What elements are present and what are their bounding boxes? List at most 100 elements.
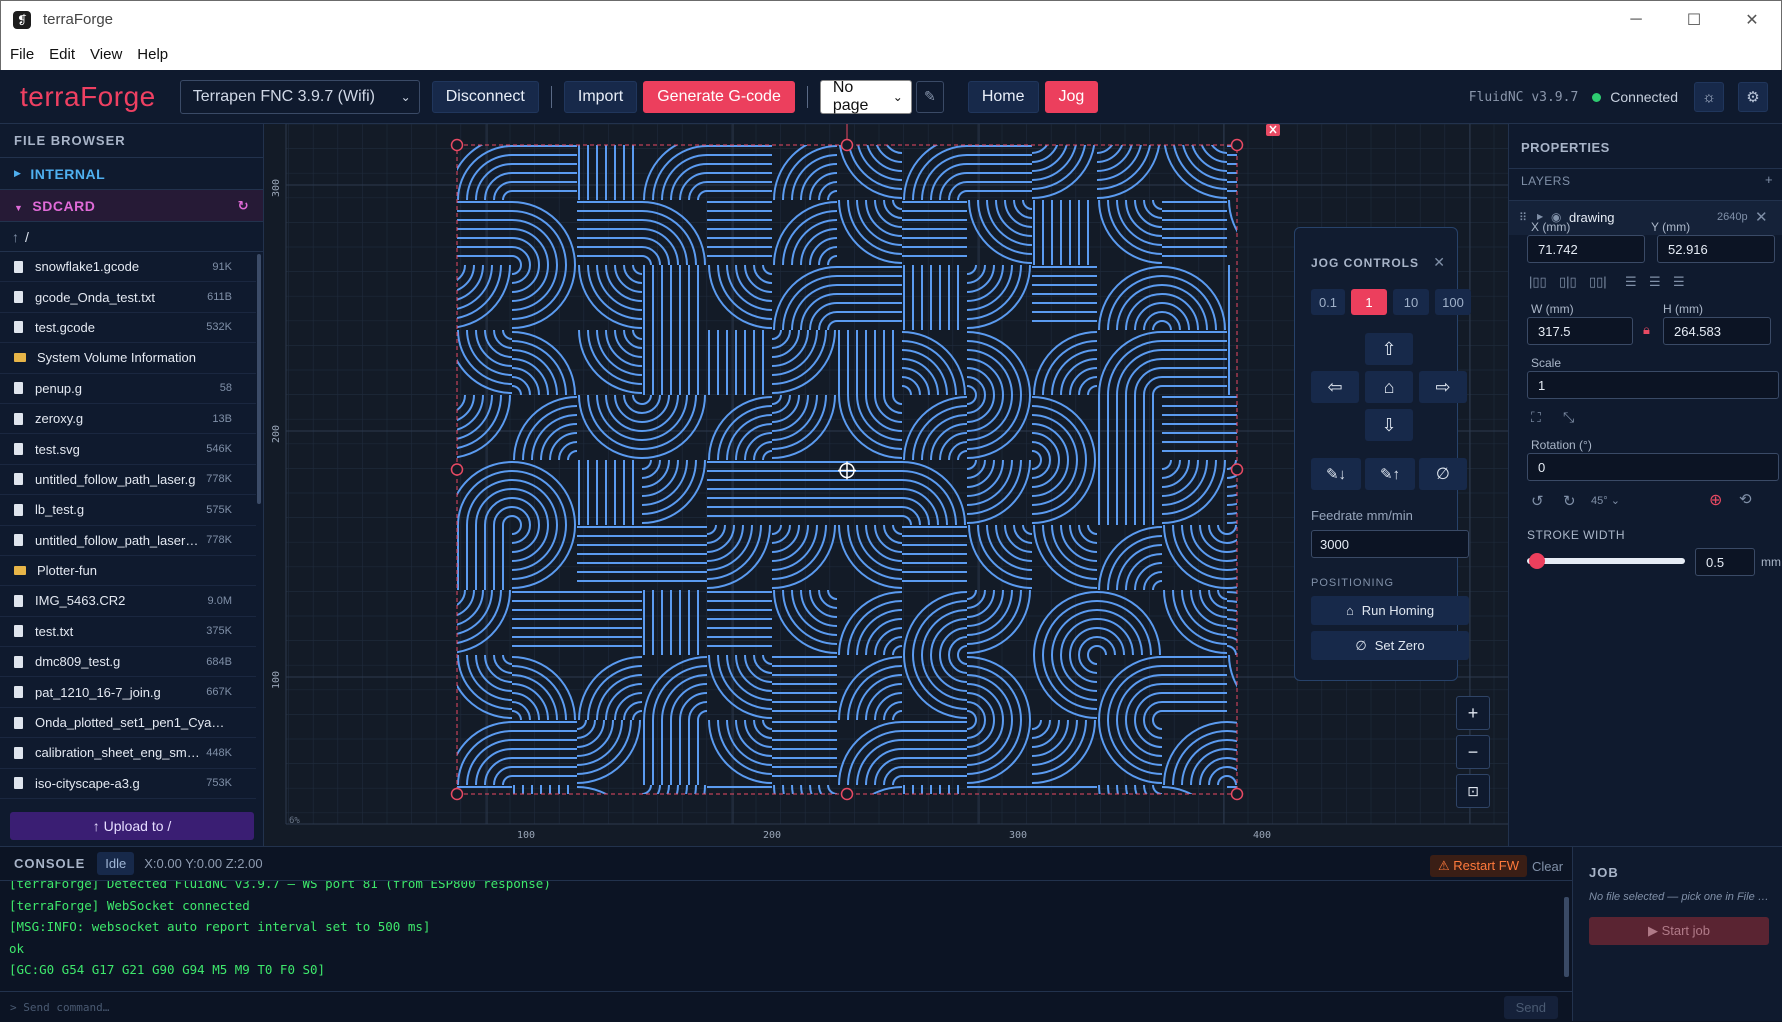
step-10-button[interactable]: 10 xyxy=(1393,289,1429,315)
upload-button[interactable]: ↑ Upload to / xyxy=(10,812,254,840)
stroke-slider-thumb[interactable] xyxy=(1529,553,1545,569)
rotation-step-select[interactable]: 45° ⌄ xyxy=(1591,494,1620,507)
jog-button[interactable]: Jog xyxy=(1044,80,1099,113)
file-item[interactable]: snowflake1.gcode 91K xyxy=(0,252,256,283)
rotate-ccw-icon[interactable]: ↺ xyxy=(1531,492,1544,510)
folder-item[interactable]: Plotter-fun xyxy=(0,556,256,587)
jog-up-button[interactable]: ⇧ xyxy=(1365,333,1413,365)
minimize-icon[interactable]: ─ xyxy=(1607,1,1665,39)
resize-handle[interactable] xyxy=(840,787,854,801)
run-homing-button[interactable]: ⌂ Run Homing xyxy=(1311,596,1469,625)
maximize-icon[interactable]: ☐ xyxy=(1665,1,1723,39)
rotate-cw-icon[interactable]: ↻ xyxy=(1563,492,1576,510)
stroke-slider-track[interactable] xyxy=(1527,558,1685,564)
file-item[interactable]: calibration_sheet_eng_small.g 448K xyxy=(0,738,256,769)
generate-gcode-button[interactable]: Generate G-code xyxy=(643,80,795,113)
menu-edit[interactable]: Edit xyxy=(49,46,75,63)
resize-handle[interactable] xyxy=(840,138,854,152)
file-item[interactable]: gcode_Onda_test.txt 611B xyxy=(0,282,256,313)
device-select[interactable]: Terrapen FNC 3.9.7 (Wifi) ⌄ xyxy=(179,79,420,114)
step-0-1-button[interactable]: 0.1 xyxy=(1311,289,1345,315)
sdcard-group[interactable]: ▼ SDCARD ↻ xyxy=(0,190,263,222)
zoom-in-button[interactable]: + xyxy=(1456,696,1490,730)
jog-down-button[interactable]: ⇩ xyxy=(1365,409,1413,441)
file-item[interactable]: IMG_5463.CR2 9.0M xyxy=(0,586,256,617)
home-button[interactable]: Home xyxy=(967,80,1039,113)
delete-object-icon[interactable] xyxy=(1266,124,1280,136)
menu-file[interactable]: File xyxy=(10,46,34,63)
file-item[interactable]: pat_1210_16-7_join.g 667K xyxy=(0,677,256,708)
align-middle-icon[interactable]: ☰ xyxy=(1649,274,1661,290)
file-item[interactable]: lb_test.g 575K xyxy=(0,495,256,526)
settings-button[interactable]: ⚙ xyxy=(1738,82,1768,112)
stroke-input[interactable]: 0.5 xyxy=(1695,548,1755,576)
internal-group[interactable]: ▶ INTERNAL xyxy=(0,158,263,190)
resize-handle[interactable] xyxy=(1230,463,1244,476)
x-input[interactable]: 71.742 xyxy=(1527,235,1645,263)
resize-handle[interactable] xyxy=(1230,138,1244,152)
command-input[interactable]: > Send command… xyxy=(10,1001,1504,1014)
resize-handle[interactable] xyxy=(450,138,464,152)
resize-handle[interactable] xyxy=(1230,787,1244,801)
lock-icon[interactable]: 🔒︎ xyxy=(1643,322,1650,338)
zero-button[interactable]: ∅ xyxy=(1419,458,1467,490)
pen-down-button[interactable]: ✎↓ xyxy=(1311,458,1361,490)
rotation-input[interactable]: 0 xyxy=(1527,453,1779,481)
expand-icon[interactable]: ⛶ xyxy=(1531,409,1541,426)
crosshair-icon[interactable]: ⊕ xyxy=(1709,490,1722,510)
fit-view-button[interactable]: ⊡ xyxy=(1456,774,1490,808)
set-zero-button[interactable]: ∅ Set Zero xyxy=(1311,631,1469,660)
zoom-out-button[interactable]: − xyxy=(1456,735,1490,769)
folder-item[interactable]: System Volume Information xyxy=(0,343,256,374)
send-button[interactable]: Send xyxy=(1503,995,1558,1019)
disconnect-button[interactable]: Disconnect xyxy=(431,80,539,113)
step-100-button[interactable]: 100 xyxy=(1435,289,1471,315)
y-input[interactable]: 52.916 xyxy=(1657,235,1775,263)
file-item[interactable]: dmc809_test.g 684B xyxy=(0,647,256,678)
jog-left-button[interactable]: ⇦ xyxy=(1311,371,1359,403)
file-item[interactable]: test.txt 375K xyxy=(0,617,256,648)
align-bottom-icon[interactable]: ☰ xyxy=(1673,274,1685,290)
file-item[interactable]: untitled_follow_path_laser.g 778K xyxy=(0,465,256,496)
file-item[interactable]: test.svg 546K xyxy=(0,434,256,465)
start-job-button[interactable]: ▶ Start job xyxy=(1589,917,1769,945)
w-input[interactable]: 317.5 xyxy=(1527,317,1633,345)
align-top-icon[interactable]: ☰ xyxy=(1625,274,1637,290)
artwork-pattern[interactable] xyxy=(384,124,1355,846)
h-input[interactable]: 264.583 xyxy=(1663,317,1771,345)
clear-console-button[interactable]: Clear xyxy=(1532,859,1563,874)
page-select[interactable]: No page ⌄ xyxy=(819,79,912,114)
align-left-icon[interactable]: |▯▯ xyxy=(1529,274,1547,290)
align-right-icon[interactable]: ▯▯| xyxy=(1589,274,1607,290)
file-item[interactable]: test.gcode 532K xyxy=(0,313,256,344)
menu-help[interactable]: Help xyxy=(137,46,168,63)
file-item[interactable]: zeroxy.g 13B xyxy=(0,404,256,435)
up-arrow-icon[interactable]: ↑ xyxy=(12,229,19,245)
theme-toggle-button[interactable]: ☼ xyxy=(1694,82,1724,112)
shrink-icon[interactable]: ⤡ xyxy=(1563,409,1574,426)
refresh-icon[interactable]: ↻ xyxy=(238,198,249,214)
jog-home-button[interactable]: ⌂ xyxy=(1365,371,1413,403)
drag-handle-icon[interactable]: ⠿ xyxy=(1519,211,1527,224)
pen-up-button[interactable]: ✎↑ xyxy=(1365,458,1415,490)
edit-page-button[interactable]: ✎ xyxy=(915,80,944,113)
file-list-scrollbar[interactable] xyxy=(257,254,261,504)
file-item[interactable]: untitled_follow_path_laser(1).g 778K xyxy=(0,526,256,556)
flip-icon[interactable]: ⟲ xyxy=(1739,490,1752,508)
menu-view[interactable]: View xyxy=(90,46,122,63)
step-1-button[interactable]: 1 xyxy=(1351,289,1387,315)
close-icon[interactable]: ✕ xyxy=(1433,254,1445,271)
feedrate-input[interactable]: 3000 xyxy=(1311,530,1469,558)
import-button[interactable]: Import xyxy=(563,80,638,113)
resize-handle[interactable] xyxy=(450,787,464,801)
scale-input[interactable]: 1 xyxy=(1527,371,1779,399)
align-center-h-icon[interactable]: ▯|▯ xyxy=(1559,274,1577,290)
console-scrollbar[interactable] xyxy=(1564,897,1569,977)
file-item[interactable]: penup.g 58 xyxy=(0,374,256,404)
jog-right-button[interactable]: ⇨ xyxy=(1419,371,1467,403)
close-icon[interactable]: ✕ xyxy=(1755,208,1768,226)
file-item[interactable]: Onda_plotted_set1_pen1_Cyan.gco... xyxy=(0,708,256,739)
restart-fw-button[interactable]: ⚠ Restart FW xyxy=(1430,855,1527,877)
close-icon[interactable]: ✕ xyxy=(1723,1,1781,39)
file-item[interactable]: iso-cityscape-a3.g 753K xyxy=(0,769,256,800)
